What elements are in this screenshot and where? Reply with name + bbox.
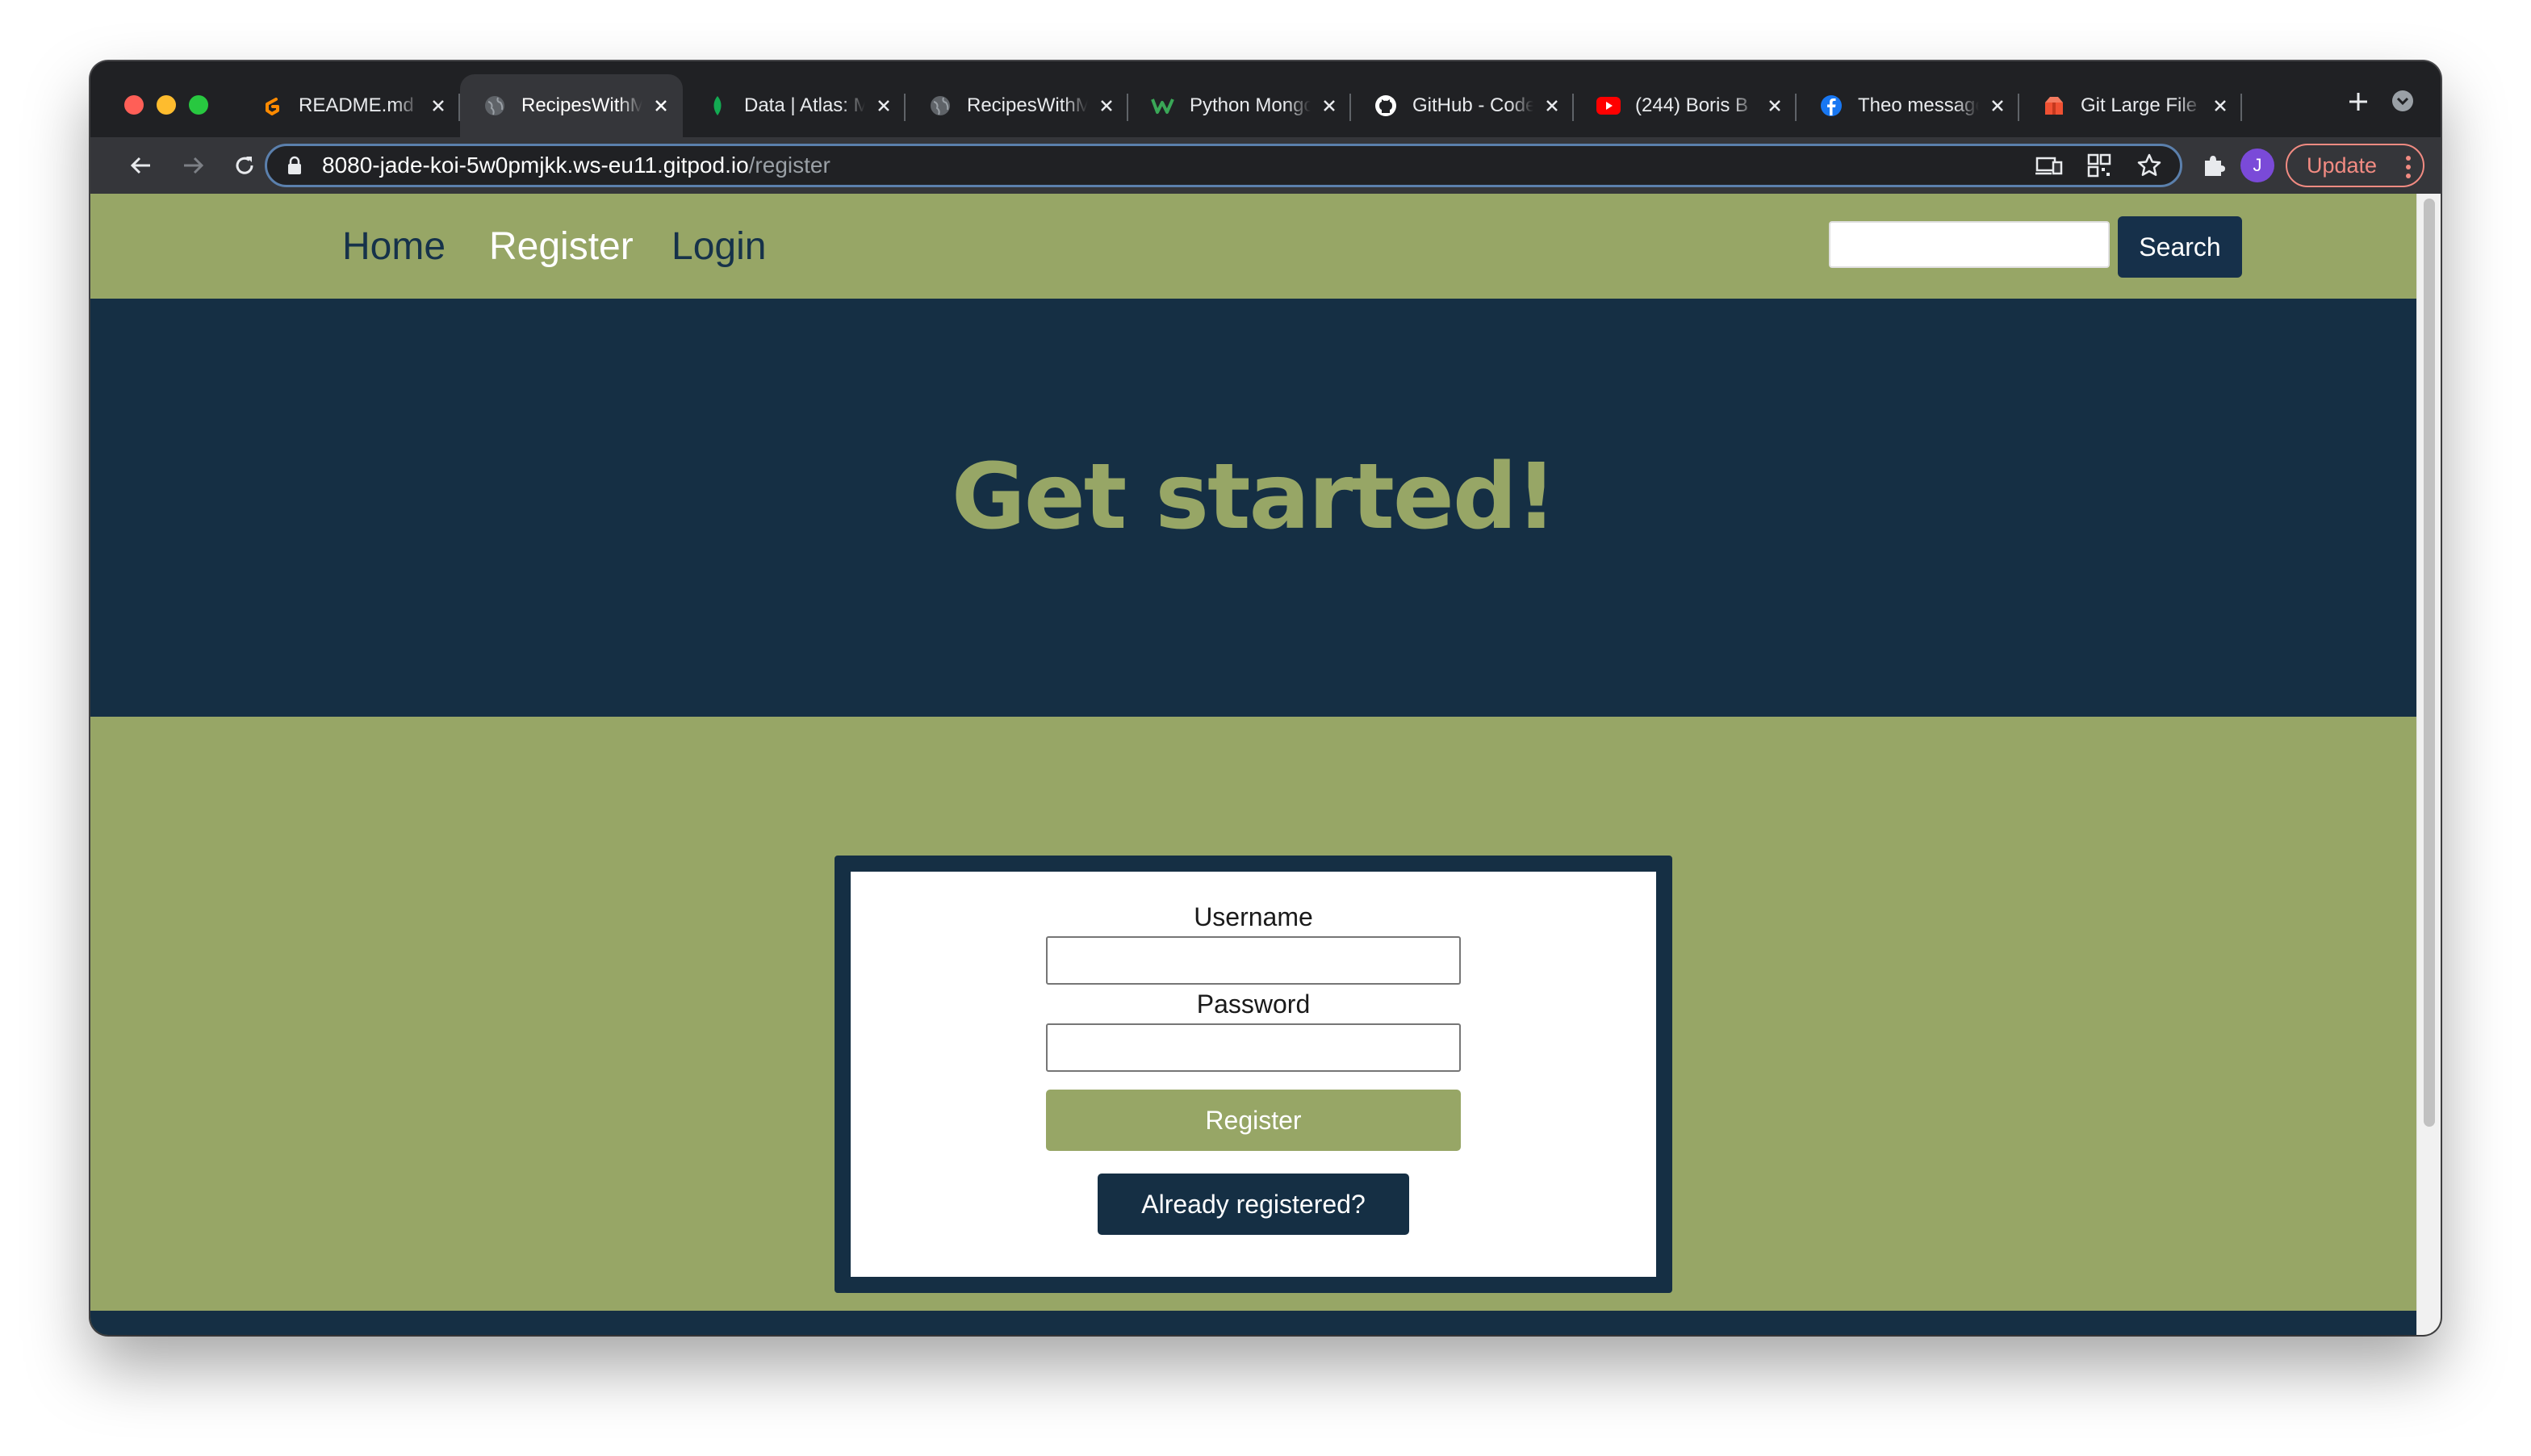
update-button[interactable]: Update: [2286, 144, 2424, 187]
gitpod-icon: [260, 94, 284, 118]
page-viewport: Home Register Login Search Get started! …: [90, 194, 2441, 1335]
globe-icon: [483, 94, 507, 118]
close-window-button[interactable]: [124, 95, 144, 115]
close-tab-icon[interactable]: [1987, 95, 2008, 116]
url-host: 8080-jade-koi-5w0pmjkk.ws-eu11.gitpod.io: [322, 153, 749, 178]
minimize-window-button[interactable]: [157, 95, 176, 115]
tab-recipes-2[interactable]: RecipesWithM: [906, 74, 1128, 137]
reload-icon[interactable]: [229, 150, 260, 181]
nav-home-link[interactable]: Home: [342, 224, 446, 269]
tab-title: GitHub - Code: [1412, 94, 1533, 116]
youtube-icon: [1596, 94, 1621, 118]
username-label: Username: [1194, 902, 1313, 931]
tab-readme[interactable]: README.md: [237, 74, 460, 137]
tab-title: (244) Boris B: [1635, 94, 1749, 116]
tab-strip: README.md RecipesWithM Data | Atlas: M R…: [90, 61, 2441, 137]
plus-icon: [2349, 93, 2367, 111]
close-tab-icon[interactable]: [428, 95, 449, 116]
tab-title: Data | Atlas: M: [744, 94, 865, 116]
git-lfs-icon: [2042, 94, 2066, 118]
tab-atlas[interactable]: Data | Atlas: M: [683, 74, 906, 137]
tab-git-lfs[interactable]: Git Large File: [2019, 74, 2242, 137]
register-submit-button[interactable]: Register: [1046, 1090, 1461, 1151]
page-scrollbar[interactable]: [2416, 194, 2441, 1335]
url-path: /register: [748, 153, 830, 178]
nav-login-link[interactable]: Login: [671, 224, 766, 269]
tab-title: Theo message: [1858, 94, 1979, 116]
chevron-down-icon: [2392, 90, 2413, 111]
site-footer: [90, 1311, 2416, 1335]
extensions-puzzle-icon[interactable]: [2198, 150, 2229, 181]
hero-banner: Get started!: [90, 299, 2416, 717]
profile-avatar[interactable]: J: [2240, 149, 2274, 182]
scrollbar-thumb[interactable]: [2424, 199, 2435, 1127]
github-icon: [1374, 94, 1398, 118]
tab-title: RecipesWithM: [521, 94, 642, 116]
close-tab-icon[interactable]: [651, 95, 671, 116]
tab-github[interactable]: GitHub - Code: [1351, 74, 1574, 137]
tab-title: README.md: [299, 94, 414, 116]
address-bar[interactable]: 8080-jade-koi-5w0pmjkk.ws-eu11.gitpod.io…: [265, 144, 2182, 187]
page-title: Get started!: [951, 445, 1557, 550]
tab-title: Git Large File: [2081, 94, 2198, 116]
facebook-icon: [1819, 94, 1843, 118]
qr-code-icon[interactable]: [2085, 151, 2114, 180]
close-tab-icon[interactable]: [873, 95, 894, 116]
search-button[interactable]: Search: [2118, 216, 2242, 278]
tab-separator: [2240, 94, 2242, 121]
globe-icon: [928, 94, 952, 118]
browser-toolbar: 8080-jade-koi-5w0pmjkk.ws-eu11.gitpod.io…: [90, 137, 2441, 194]
nav-register-link[interactable]: Register: [489, 224, 634, 269]
back-icon[interactable]: [126, 150, 157, 181]
tab-youtube[interactable]: (244) Boris B: [1574, 74, 1797, 137]
new-tab-button[interactable]: [2342, 86, 2374, 118]
mongodb-leaf-icon: [705, 94, 730, 118]
zoom-window-button[interactable]: [189, 95, 208, 115]
tab-title: RecipesWithM: [967, 94, 1088, 116]
tab-title: Python Mongo: [1190, 94, 1311, 116]
tab-search-button[interactable]: [2391, 89, 2415, 113]
password-input[interactable]: [1046, 1023, 1461, 1072]
already-registered-button[interactable]: Already registered?: [1098, 1174, 1409, 1235]
close-tab-icon[interactable]: [1764, 95, 1785, 116]
tab-python-mongo[interactable]: Python Mongo: [1128, 74, 1351, 137]
register-form-card: Username Password Register Already regis…: [835, 856, 1672, 1293]
search-input[interactable]: [1829, 221, 2110, 268]
site-navbar: Home Register Login Search: [90, 194, 2416, 299]
bookmark-star-icon[interactable]: [2135, 151, 2164, 180]
browser-window: README.md RecipesWithM Data | Atlas: M R…: [90, 61, 2441, 1335]
close-tab-icon[interactable]: [1096, 95, 1117, 116]
tab-recipes-active[interactable]: RecipesWithM: [460, 74, 683, 137]
w-logo-icon: [1151, 94, 1175, 118]
close-tab-icon[interactable]: [1319, 95, 1340, 116]
forward-icon[interactable]: [178, 150, 208, 181]
cast-devices-icon[interactable]: [2035, 151, 2064, 180]
address-bar-actions: [2035, 151, 2164, 180]
more-options-icon: [2406, 156, 2411, 178]
close-tab-icon[interactable]: [1542, 95, 1563, 116]
lock-icon[interactable]: [287, 155, 304, 176]
update-label: Update: [2307, 153, 2378, 178]
tab-facebook[interactable]: Theo message: [1797, 74, 2019, 137]
username-input[interactable]: [1046, 936, 1461, 985]
password-label: Password: [1196, 989, 1311, 1019]
close-tab-icon[interactable]: [2210, 95, 2231, 116]
